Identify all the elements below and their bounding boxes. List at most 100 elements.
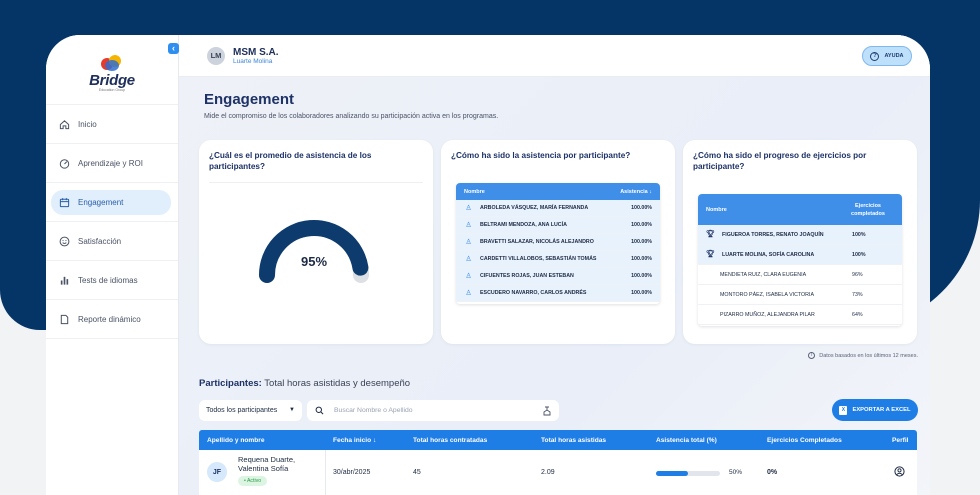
attendance-value: 100.00% [631,239,652,245]
participant-name: CARDETTI VILLALOBOS, SEBASTIÁN TOMÁS [480,256,597,262]
logo-text: Bridge [89,71,135,89]
gauge-icon [58,157,70,169]
attendance-percent: 50% [729,469,743,476]
bar-chart-icon [58,274,70,286]
collapse-sidebar-button[interactable]: ‹ [168,43,179,54]
column-header: Total horas asistidas [541,436,607,444]
award-icon: ♙ [465,272,472,280]
attendance-per-participant-card: ¿Cómo ha sido la asistencia por particip… [441,140,675,344]
table-row: 🏆︎ LUARTE MOLINA, SOFÍA CAROLINA 100% [698,245,902,265]
start-date: 30/abr/2025 [333,469,371,476]
table-row: MENDIETA RUIZ, CLARA EUGENIA 96% [698,265,902,285]
column-header: Apellido y nombre [207,436,265,444]
progress-table: Nombre Ejercicios completados 🏆︎ FIGUERO… [698,194,902,326]
company-name: MSM S.A. [233,46,279,58]
progress-track [656,471,720,476]
exercise-progress-card: ¿Cómo ha sido el progreso de ejercicios … [683,140,917,344]
trophy-icon: 🏆︎ [706,251,715,258]
attendance-value: 100.00% [631,273,652,279]
column-header-attendance[interactable]: Asistencia ↓ [620,189,652,195]
content: Engagement Mide el compromiso de los col… [179,77,930,495]
participant-name: LUARTE MOLINA, SOFÍA CAROLINA [722,251,815,258]
export-label: EXPORTAR A EXCEL [852,407,911,413]
user-name: Luarte Molina [233,57,273,65]
sidebar-item-label: Satisfacción [78,236,122,246]
award-icon: ♙ [465,289,472,297]
help-button[interactable]: ? AYUDA [862,46,912,66]
attendance-value: 100.00% [631,205,652,211]
export-excel-button[interactable]: X EXPORTAR A EXCEL [832,399,918,421]
participant-name: MENDIETA RUIZ, CLARA EUGENIA [720,271,807,278]
sidebar-item-aprendizaje[interactable]: Aprendizaje y ROI [46,144,178,183]
participant-cell: Requena Duarte, Valentina Sofía • Activo [238,455,318,486]
table-row: JF Requena Duarte, Valentina Sofía • Act… [199,450,917,495]
main-area: LM MSM S.A. Luarte Molina ? AYUDA Engage… [179,35,930,495]
search-input[interactable]: Buscar Nombre o Apellido [307,400,559,421]
note-text: Datos basados en los últimos 12 meses. [819,352,918,359]
attendance-progress [656,471,720,476]
participant-name: CIFUENTES ROJAS, JUAN ESTEBAN [480,273,574,279]
sidebar-item-label: Reporte dinámico [78,314,141,324]
award-icon: ♙ [465,238,472,246]
search-placeholder: Buscar Nombre o Apellido [334,407,413,414]
sidebar-item-inicio[interactable]: Inicio [46,105,178,144]
sidebar-item-engagement[interactable]: Engagement [46,183,178,222]
logo-mark-icon [99,54,125,72]
table-row: ♙ CIFUENTES ROJAS, JUAN ESTEBAN 100.00% [456,268,660,285]
sidebar-item-satisfaccion[interactable]: Satisfacción [46,222,178,261]
table-body: ♙ ARBOLEDA VÁSQUEZ, MARÍA FERNANDA 100.0… [456,200,660,302]
excel-icon: X [839,405,848,415]
filter-value: Todos los participantes [206,407,278,414]
table-row: ♙ BRAVETTI SALAZAR, NICOLÁS ALEJANDRO 10… [456,234,660,251]
table-row: 🏆︎ FIGUEROA TORRES, RENATO JOAQUÍN 100% [698,225,902,245]
exercise-value: 73% [852,291,863,298]
card-title: ¿Cuál es el promedio de asistencia de lo… [209,151,372,171]
sidebar-item-tests[interactable]: Tests de idiomas [46,261,178,300]
gauge-svg [259,220,369,283]
card-title: ¿Cómo ha sido la asistencia por particip… [451,151,631,160]
sidebar-item-reporte[interactable]: Reporte dinámico [46,300,178,339]
participants-filter-select[interactable]: Todos los participantes ▼ [199,400,302,421]
table-row: ♙ ARBOLEDA VÁSQUEZ, MARÍA FERNANDA 100.0… [456,200,660,217]
exercise-value: 100% [852,231,866,238]
column-header: Asistencia total (%) [656,436,717,444]
clear-filter-icon[interactable] [542,406,552,416]
participant-name: BRAVETTI SALAZAR, NICOLÁS ALEJANDRO [480,239,594,245]
sidebar-item-label: Tests de idiomas [78,275,138,285]
calendar-icon [58,196,70,208]
attendance-table: Nombre Asistencia ↓ ♙ ARBOLEDA VÁSQUEZ, … [456,183,660,304]
participant-name: PIZARRO MUÑOZ, ALEJANDRA PILAR [720,311,815,318]
attendance-average-card: ¿Cuál es el promedio de asistencia de lo… [199,140,433,344]
column-header: Ejercicios Completados [767,436,842,444]
table-row: ♙ BELTRAMI MENDOZA, ANA LUCÍA 100.00% [456,217,660,234]
table-header: Nombre Ejercicios completados [698,194,902,225]
column-header-exercises: Ejercicios completados [851,202,885,217]
company-avatar: LM [207,46,225,65]
company-info: MSM S.A. Luarte Molina [233,47,279,65]
status-badge: • Activo [238,476,268,486]
table-row: PIZARRO MUÑOZ, ALEJANDRA PILAR 64% [698,305,902,325]
column-header-sortable[interactable]: Fecha inicio ↓ [333,437,376,444]
attendance-value: 100.00% [631,256,652,262]
smile-icon [58,235,70,247]
column-header: Perfil [892,436,909,444]
participant-name: MONTORO PÁEZ, ISABELA VICTORIA [720,291,814,298]
table-row: MONTORO PÁEZ, ISABELA VICTORIA 73% [698,285,902,305]
participant-name: Requena Duarte, Valentina Sofía [238,455,296,473]
sidebar-item-label: Aprendizaje y ROI [78,158,143,168]
participant-avatar: JF [207,462,227,482]
participant-name: ARBOLEDA VÁSQUEZ, MARÍA FERNANDA [480,205,589,211]
sidebar-item-label: Engagement [78,197,124,207]
profile-button[interactable] [894,466,905,479]
participant-name: ESCUDERO NAVARRO, CARLOS ANDRÉS [480,290,587,296]
help-icon: ? [870,51,880,61]
column-header: Total horas contratadas [413,436,488,444]
divider [209,182,423,183]
help-label: AYUDA [884,53,904,59]
gauge-value: 95% [300,254,328,269]
table-header: Apellido y nombre Fecha inicio ↓ Total h… [199,430,917,450]
contracted-hours: 45 [413,469,421,476]
exercises-completed: 0% [767,469,778,476]
attendance-value: 100.00% [631,222,652,228]
table-row: ♙ ESCUDERO NAVARRO, CARLOS ANDRÉS 100.00… [456,285,660,302]
